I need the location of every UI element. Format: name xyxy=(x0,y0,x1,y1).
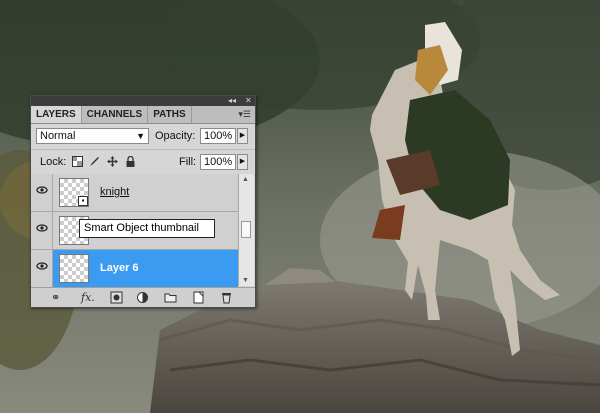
visibility-toggle[interactable] xyxy=(31,212,53,249)
new-layer-icon[interactable] xyxy=(192,291,205,304)
layer-row-knight[interactable]: ▪ knight xyxy=(31,174,238,212)
eye-icon xyxy=(36,224,48,232)
blend-mode-select[interactable]: Normal ▼ xyxy=(36,128,149,144)
new-group-icon[interactable] xyxy=(164,291,177,304)
fx-icon[interactable]: fx. xyxy=(81,291,95,304)
fill-label: Fill: xyxy=(179,156,197,168)
panel-tabs: LAYERS CHANNELS PATHS ▾☰ xyxy=(31,106,255,124)
layer-thumbnail[interactable] xyxy=(59,254,89,283)
eye-icon xyxy=(36,262,48,270)
scroll-up-icon[interactable]: ▲ xyxy=(242,176,249,183)
fill-input[interactable]: 100% xyxy=(200,154,236,170)
blend-opacity-row: Normal ▼ Opacity: 100% ▶ xyxy=(31,124,255,150)
tab-layers[interactable]: LAYERS xyxy=(31,106,82,123)
eye-icon xyxy=(36,186,48,194)
panel-bottom-toolbar: ⚭ fx. xyxy=(31,287,255,307)
link-layers-icon[interactable]: ⚭ xyxy=(51,291,60,304)
delete-layer-icon[interactable] xyxy=(220,291,233,304)
layer-row-layer-6[interactable]: Layer 6 xyxy=(31,250,238,288)
fill-slider-button[interactable]: ▶ xyxy=(237,154,248,170)
collapse-panel-icon[interactable]: ◂◂ xyxy=(228,96,236,106)
adjustment-layer-icon[interactable] xyxy=(136,291,149,304)
lock-image-pixels-icon[interactable] xyxy=(89,156,100,167)
layer-name[interactable]: knight xyxy=(100,186,129,198)
tooltip: Smart Object thumbnail xyxy=(79,219,215,238)
layer-list-scrollbar[interactable]: ▲ ▼ xyxy=(238,174,254,286)
layer-name[interactable]: Layer 6 xyxy=(100,262,139,274)
tab-channels[interactable]: CHANNELS xyxy=(82,106,149,123)
tab-paths[interactable]: PATHS xyxy=(148,106,192,123)
lock-all-icon[interactable] xyxy=(125,155,136,167)
opacity-input[interactable]: 100% xyxy=(200,128,236,144)
add-mask-icon[interactable] xyxy=(110,291,123,304)
close-panel-icon[interactable]: ✕ xyxy=(245,96,252,106)
visibility-toggle[interactable] xyxy=(31,250,53,287)
opacity-label: Opacity: xyxy=(155,130,196,142)
lock-label: Lock: xyxy=(40,156,67,168)
panel-titlebar[interactable]: ◂◂ ✕ xyxy=(31,96,255,106)
opacity-slider-button[interactable]: ▶ xyxy=(237,128,248,144)
panel-menu-icon[interactable]: ▾☰ xyxy=(238,109,251,119)
visibility-toggle[interactable] xyxy=(31,174,53,211)
chevron-down-icon: ▼ xyxy=(136,131,145,141)
scroll-down-icon[interactable]: ▼ xyxy=(242,277,249,284)
lock-position-icon[interactable] xyxy=(107,156,118,167)
smart-object-icon: ▪ xyxy=(78,196,88,206)
lock-fill-row: Lock: Fill: 100% ▶ xyxy=(31,150,255,176)
layers-panel: ◂◂ ✕ LAYERS CHANNELS PATHS ▾☰ Normal ▼ O… xyxy=(30,95,256,308)
blend-mode-value: Normal xyxy=(40,130,76,142)
lock-transparent-pixels-icon[interactable] xyxy=(72,156,83,167)
scrollbar-thumb[interactable] xyxy=(241,221,251,238)
